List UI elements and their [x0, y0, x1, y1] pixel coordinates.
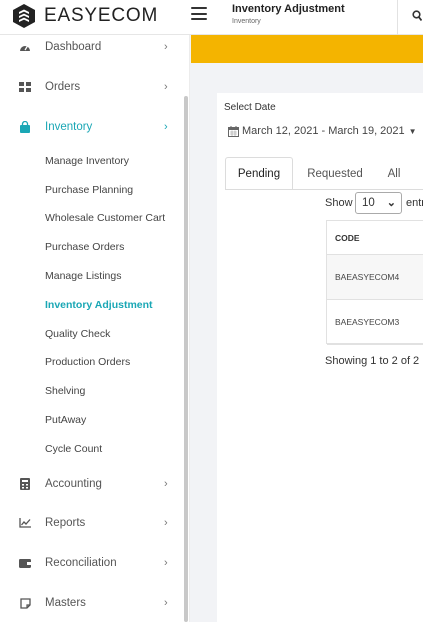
top-header: EASYECOM Inventory Adjustment Inventory — [0, 0, 423, 35]
dashboard-icon — [19, 41, 31, 53]
chevron-right-icon: › — [164, 517, 168, 529]
grid-icon — [19, 81, 31, 93]
chevron-right-icon: › — [164, 81, 168, 93]
page-title: Inventory Adjustment — [232, 3, 345, 15]
submenu-quality-check[interactable]: Quality Check — [45, 328, 110, 340]
menu-toggle-icon[interactable] — [191, 7, 207, 21]
caret-down-icon: ▼ — [408, 126, 417, 136]
submenu-shelving[interactable]: Shelving — [45, 385, 85, 397]
app-root: EASYECOM Inventory Adjustment Inventory … — [0, 0, 423, 622]
logo-icon — [13, 4, 35, 28]
brand-logo[interactable]: EASYECOM — [12, 3, 158, 29]
sidebar-item-label: Masters — [45, 597, 86, 609]
search-icon[interactable] — [412, 10, 423, 25]
sidebar-scrollbar[interactable] — [184, 96, 188, 622]
date-range-value: March 12, 2021 - March 19, 2021 — [242, 125, 405, 137]
chevron-down-icon: ⌄ — [386, 197, 396, 209]
sidebar-item-label: Reconciliation — [45, 557, 117, 569]
sidebar: Dashboard › Orders › Inventory › Manage … — [0, 35, 190, 622]
entries-label: entr — [406, 197, 423, 209]
show-label: Show — [325, 197, 353, 209]
submenu-cycle-count[interactable]: Cycle Count — [45, 443, 102, 455]
submenu-putaway[interactable]: PutAway — [45, 414, 86, 426]
notice-banner — [191, 35, 423, 63]
tabs-divider — [225, 189, 423, 190]
wallet-icon — [19, 557, 31, 569]
sidebar-item-label: Orders — [45, 81, 81, 93]
column-header-code[interactable]: CODE — [327, 221, 423, 255]
submenu-purchase-orders[interactable]: Purchase Orders — [45, 241, 124, 253]
sidebar-item-label: Inventory — [45, 121, 93, 133]
header-divider — [397, 0, 398, 35]
brand-name: EASYECOM — [44, 5, 159, 26]
submenu-inventory-adjustment[interactable]: Inventory Adjustment — [45, 299, 153, 311]
sidebar-item-inventory[interactable]: Inventory › — [0, 115, 182, 139]
select-date-label: Select Date — [224, 102, 276, 113]
tab-requested[interactable]: Requested — [297, 157, 373, 190]
chart-line-icon — [19, 517, 31, 529]
sidebar-item-reports[interactable]: Reports › — [0, 511, 182, 535]
sidebar-item-label: Reports — [45, 517, 86, 529]
page-breadcrumb: Inventory — [232, 18, 261, 25]
table-row[interactable]: BAEASYECOM3 — [327, 300, 423, 345]
bag-icon — [19, 121, 31, 133]
sidebar-item-orders[interactable]: Orders › — [0, 75, 182, 99]
pagination-info: Showing 1 to 2 of 2 — [325, 355, 420, 367]
page-size-select[interactable]: 10 ⌄ — [355, 192, 402, 214]
page-size-value: 10 — [362, 197, 375, 209]
sidebar-item-dashboard[interactable]: Dashboard › — [0, 35, 182, 59]
table-row[interactable]: BAEASYECOM4 — [327, 255, 423, 300]
chevron-right-icon: › — [164, 557, 168, 569]
sidebar-item-label: Dashboard — [45, 41, 102, 53]
submenu-manage-inventory[interactable]: Manage Inventory — [45, 155, 129, 167]
calculator-icon — [19, 478, 31, 490]
chevron-right-icon: › — [164, 478, 168, 490]
submenu-manage-listings[interactable]: Manage Listings — [45, 270, 121, 282]
adjustment-table: CODE BAEASYECOM4 BAEASYECOM3 — [326, 220, 423, 345]
submenu-production-orders[interactable]: Production Orders — [45, 356, 130, 368]
date-range-picker[interactable]: March 12, 2021 - March 19, 2021 ▼ — [228, 125, 417, 137]
tab-all[interactable]: All — [378, 157, 410, 190]
sidebar-item-masters[interactable]: Masters › — [0, 591, 182, 615]
tab-pending[interactable]: Pending — [225, 157, 293, 190]
sidebar-item-accounting[interactable]: Accounting › — [0, 472, 182, 496]
chevron-right-icon: › — [164, 121, 168, 133]
sidebar-item-reconciliation[interactable]: Reconciliation › — [0, 551, 182, 575]
chevron-right-icon: › — [164, 597, 168, 609]
submenu-wholesale-customer-cart[interactable]: Wholesale Customer Cart — [45, 212, 165, 224]
calendar-icon — [228, 125, 239, 137]
submenu-purchase-planning[interactable]: Purchase Planning — [45, 184, 133, 196]
sidebar-item-label: Accounting — [45, 478, 102, 490]
chevron-right-icon: › — [164, 41, 168, 53]
note-icon — [19, 597, 31, 609]
